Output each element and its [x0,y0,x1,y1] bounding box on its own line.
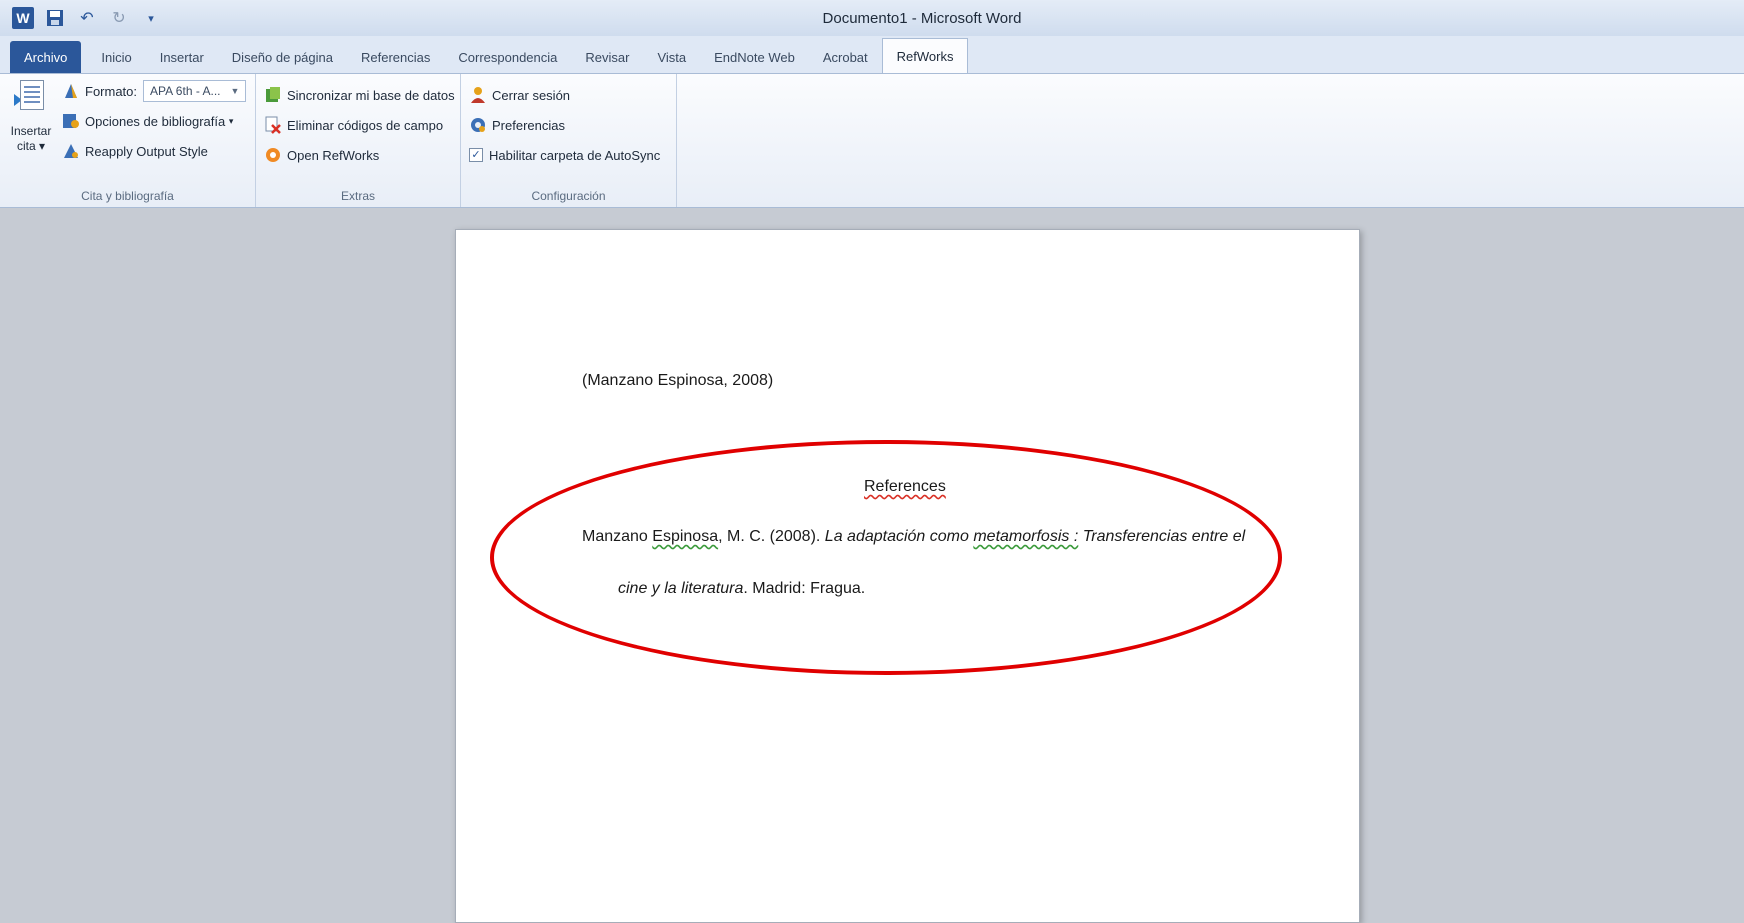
autosync-checkbox[interactable]: ✓ Habilitar carpeta de AutoSync [469,140,668,170]
open-refworks-button[interactable]: Open RefWorks [264,140,452,170]
tab-revisar[interactable]: Revisar [571,41,643,73]
in-text-citation[interactable]: (Manzano Espinosa, 2008) [582,372,773,390]
checkbox-checked-icon: ✓ [469,148,483,162]
remove-codes-icon [264,116,282,134]
sync-icon [264,86,282,104]
document-page[interactable] [455,229,1360,923]
customize-icon[interactable]: ▾ [140,7,162,29]
word-icon[interactable]: W [12,7,34,29]
reapply-output-style-button[interactable]: Reapply Output Style [62,136,246,166]
refworks-icon [264,146,282,164]
group-configuracion: Cerrar sesión Preferencias ✓ Habilitar c… [461,74,677,207]
sync-database-button[interactable]: Sincronizar mi base de datos [264,80,455,110]
group-extras: Sincronizar mi base de datos Eliminar có… [256,74,461,207]
save-icon[interactable] [44,7,66,29]
insert-citation-button[interactable]: Insertar cita ▾ [6,80,56,180]
undo-icon[interactable]: ↶ [76,7,98,29]
tab-archivo[interactable]: Archivo [10,41,82,73]
insert-citation-label2: cita ▾ [16,139,46,153]
tab-insertar[interactable]: Insertar [146,41,218,73]
references-heading[interactable]: References [864,478,946,496]
format-select[interactable]: APA 6th - A... ▼ [143,80,247,102]
reference-entry-line1[interactable]: Manzano Espinosa, M. C. (2008). La adapt… [582,528,1245,546]
quick-access-toolbar: W ↶ ↻ ▾ [0,7,162,29]
user-icon [469,86,487,104]
format-icon [62,82,80,100]
remove-field-codes-button[interactable]: Eliminar códigos de campo [264,110,452,140]
group-label: Cita y bibliografía [81,189,174,203]
redo-icon[interactable]: ↻ [108,7,130,29]
tab-inicio[interactable]: Inicio [87,41,145,73]
tab-endnote-web[interactable]: EndNote Web [700,41,809,73]
reapply-style-icon [62,142,80,160]
insert-citation-label: Insertar [10,124,52,138]
preferences-button[interactable]: Preferencias [469,110,668,140]
window-title: Documento1 - Microsoft Word [822,9,1022,27]
chevron-down-icon: ▼ [230,86,240,96]
group-label: Configuración [531,189,606,203]
ribbon: Insertar cita ▾ Formato: APA 6th - A... ▼… [0,74,1744,208]
logout-button[interactable]: Cerrar sesión [469,80,668,110]
tab-diseno-pagina[interactable]: Diseño de página [218,41,347,73]
format-row: Formato: APA 6th - A... ▼ [62,76,247,106]
format-label: Formato: [85,83,138,99]
tab-refworks[interactable]: RefWorks [881,38,969,73]
title-bar: W ↶ ↻ ▾ Documento1 - Microsoft Word [0,0,1744,36]
bibliography-options-button[interactable]: Opciones de bibliografía ▾ [62,106,246,136]
insert-citation-icon [14,80,48,120]
group-label: Extras [340,189,375,203]
bibliography-options-icon [62,112,80,130]
tab-referencias[interactable]: Referencias [347,41,444,73]
reference-entry-line2[interactable]: cine y la literatura. Madrid: Fragua. [618,580,865,598]
group-cita-bibliografia: Insertar cita ▾ Formato: APA 6th - A... ▼… [0,74,256,207]
tab-vista[interactable]: Vista [643,41,700,73]
ribbon-tabs: Archivo Inicio Insertar Diseño de página… [0,36,1744,74]
tab-correspondencia[interactable]: Correspondencia [444,41,571,73]
gear-icon [469,116,487,134]
tab-acrobat[interactable]: Acrobat [809,41,882,73]
